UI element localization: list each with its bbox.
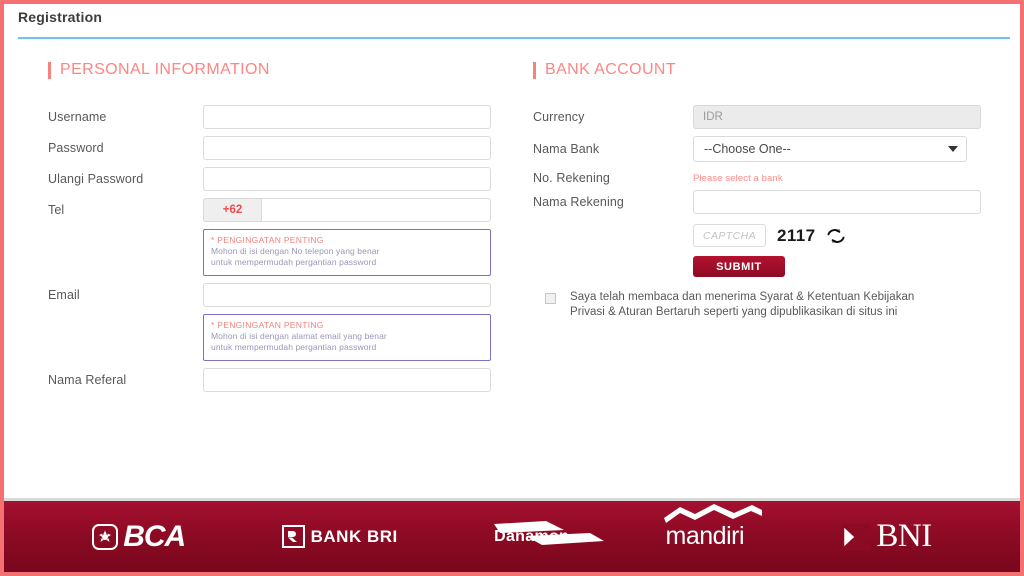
tel-label: Tel bbox=[48, 203, 65, 217]
terms-line-3: dipublikasikan di situs ini bbox=[770, 306, 898, 319]
personal-section-title: PERSONAL INFORMATION bbox=[60, 61, 270, 78]
tel-country-prefix: +62 bbox=[203, 198, 261, 222]
registration-window: Registration PERSONAL INFORMATION Userna… bbox=[0, 0, 1024, 576]
section-accent-bar bbox=[533, 61, 536, 79]
currency-field: IDR bbox=[693, 105, 981, 129]
bank-section-header: BANK ACCOUNT bbox=[533, 61, 1014, 79]
mandiri-logo-icon bbox=[664, 504, 763, 523]
form-columns: PERSONAL INFORMATION Username Password U… bbox=[4, 61, 1020, 399]
email-reminder-title: * PENGINGATAN PENTING bbox=[211, 319, 324, 330]
refresh-icon[interactable] bbox=[826, 226, 846, 246]
bank-logo-mandiri: mandiri bbox=[664, 504, 763, 551]
registration-content: PERSONAL INFORMATION Username Password U… bbox=[4, 39, 1020, 501]
captcha-input[interactable]: CAPTCHA bbox=[693, 224, 766, 247]
personal-information-section: PERSONAL INFORMATION Username Password U… bbox=[4, 61, 519, 399]
terms-line-1: Saya telah membaca dan menerima Syarat &… bbox=[570, 291, 861, 303]
currency-value: IDR bbox=[703, 111, 723, 123]
phone-reminder-line-2: untuk mempermudah pergantian password bbox=[211, 257, 377, 268]
phone-reminder-row: * PENGINGATAN PENTING Mohon di isi denga… bbox=[48, 229, 519, 276]
bank-select-error: Please select a bank bbox=[693, 172, 783, 184]
password-row: Password bbox=[48, 136, 519, 160]
phone-reminder-title: * PENGINGATAN PENTING bbox=[211, 235, 324, 245]
captcha-code: 2117 bbox=[777, 225, 816, 245]
bni-logo-icon bbox=[842, 523, 871, 550]
submit-button[interactable]: SUBMIT bbox=[693, 256, 785, 277]
bca-logo-icon bbox=[92, 523, 119, 550]
bank-logo-danamon: Danamon bbox=[494, 520, 605, 546]
phone-reminder-line-1: Mohon di isi dengan No telepon yang bena… bbox=[211, 246, 380, 256]
tel-row: Tel +62 bbox=[48, 198, 519, 222]
bank-logos-footer: BCA BANK BRI Danamon mandiri BNI bbox=[4, 498, 1020, 572]
referral-label: Nama Referal bbox=[48, 372, 127, 387]
bank-name-row: Nama Bank --Choose One-- bbox=[533, 136, 1014, 162]
bank-name-label: Nama Bank bbox=[533, 142, 600, 156]
account-number-label: No. Rekening bbox=[533, 171, 610, 185]
window-titlebar: Registration bbox=[4, 4, 1020, 34]
account-holder-input[interactable] bbox=[693, 190, 981, 214]
account-holder-label: Nama Rekening bbox=[533, 195, 624, 209]
email-label: Email bbox=[48, 287, 80, 302]
referral-row: Nama Referal bbox=[48, 367, 519, 392]
repeat-password-label: Ulangi Password bbox=[48, 172, 144, 186]
currency-label: Currency bbox=[533, 110, 585, 124]
personal-section-header: PERSONAL INFORMATION bbox=[48, 61, 519, 79]
bca-logo-text: BCA bbox=[123, 519, 186, 553]
bni-logo-text: BNI bbox=[876, 518, 932, 554]
bank-name-selected-value: --Choose One-- bbox=[704, 142, 791, 156]
mandiri-logo-text: mandiri bbox=[665, 522, 745, 550]
bank-name-select[interactable]: --Choose One-- bbox=[693, 136, 967, 162]
email-reminder-line-1: Mohon di isi dengan alamat email yang be… bbox=[211, 330, 387, 341]
email-reminder-box: * PENGINGATAN PENTING Mohon di isi denga… bbox=[203, 313, 491, 361]
email-reminder-line-2: untuk mempermudah pergantian password bbox=[211, 342, 377, 353]
page-title: Registration bbox=[18, 9, 103, 25]
tel-input[interactable] bbox=[261, 198, 491, 222]
bri-logo-icon bbox=[281, 525, 305, 548]
username-label: Username bbox=[48, 110, 107, 124]
email-input[interactable] bbox=[203, 282, 491, 307]
repeat-password-row: Ulangi Password bbox=[48, 167, 519, 191]
account-holder-row: Nama Rekening bbox=[533, 190, 1014, 214]
email-reminder-row: * PENGINGATAN PENTING Mohon di isi denga… bbox=[48, 313, 519, 361]
password-label: Password bbox=[48, 141, 104, 155]
section-accent-bar bbox=[48, 61, 51, 79]
captcha-row: CAPTCHA 2117 bbox=[693, 224, 1014, 247]
username-input[interactable] bbox=[203, 105, 491, 129]
bri-logo-text: BANK BRI bbox=[310, 526, 398, 546]
repeat-password-input[interactable] bbox=[203, 167, 491, 191]
referral-input[interactable] bbox=[203, 367, 491, 392]
bank-logo-bni: BNI bbox=[840, 518, 932, 555]
chevron-down-icon bbox=[948, 146, 958, 152]
account-number-row: No. Rekening Please select a bank bbox=[533, 169, 1014, 187]
username-row: Username bbox=[48, 105, 519, 129]
currency-row: Currency IDR bbox=[533, 105, 1014, 129]
bank-section-title: BANK ACCOUNT bbox=[545, 61, 677, 78]
email-row: Email bbox=[48, 282, 519, 307]
terms-text: Saya telah membaca dan menerima Syarat &… bbox=[570, 290, 940, 321]
terms-checkbox[interactable] bbox=[545, 293, 556, 304]
terms-row: Saya telah membaca dan menerima Syarat &… bbox=[545, 290, 1014, 321]
danamon-logo-text: Danamon bbox=[494, 527, 570, 545]
bank-account-section: BANK ACCOUNT Currency IDR Nama Bank --Ch… bbox=[519, 61, 1014, 399]
bank-logo-bri: BANK BRI bbox=[281, 525, 398, 548]
phone-reminder-box: * PENGINGATAN PENTING Mohon di isi denga… bbox=[203, 229, 491, 276]
password-input[interactable] bbox=[203, 136, 491, 160]
bank-logo-bca: BCA bbox=[92, 519, 186, 554]
tel-input-group: +62 bbox=[203, 198, 491, 222]
